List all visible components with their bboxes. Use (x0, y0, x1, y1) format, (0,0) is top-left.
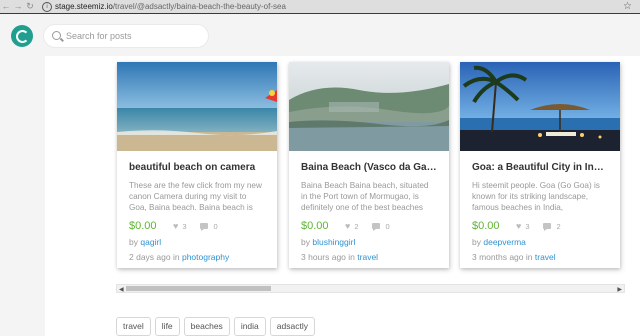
scroll-left-arrow-icon[interactable]: ◀ (119, 286, 124, 293)
post-excerpt[interactable]: Baina Beach Baina beach, situated in the… (301, 180, 437, 213)
vote-count: 2 (354, 221, 359, 231)
post-stats: $0.00 ♥ 2 0 (301, 219, 437, 233)
post-thumbnail[interactable] (289, 62, 449, 151)
comment-count: 0 (385, 221, 390, 231)
back-icon[interactable]: ← (0, 0, 12, 13)
by-label: by (472, 237, 481, 247)
bookmark-star-icon[interactable]: ☆ (623, 0, 632, 13)
time-line: 2 days ago in photography (129, 252, 265, 263)
heart-icon[interactable]: ♥ (516, 221, 521, 231)
post-stats: $0.00 ♥ 3 2 (472, 219, 608, 233)
vote-count: 3 (525, 221, 530, 231)
search-input[interactable] (66, 29, 206, 43)
app-header (0, 14, 640, 56)
forward-icon[interactable]: → (12, 0, 24, 13)
search-box[interactable] (43, 24, 209, 48)
comment-icon[interactable] (542, 223, 551, 231)
post-time: 3 hours ago (301, 252, 346, 262)
time-line: 3 months ago in travel (472, 252, 608, 263)
tag-travel[interactable]: travel (116, 317, 151, 336)
url-path: /travel/@adsactly/baina-beach-the-beauty… (112, 2, 286, 11)
by-label: by (129, 237, 138, 247)
post-title[interactable]: beautiful beach on camera (129, 162, 265, 173)
address-bar[interactable]: stage.steemiz.io/travel/@adsactly/baina-… (55, 2, 286, 11)
in-label: in (525, 252, 533, 262)
payout-value: $0.00 (301, 220, 329, 232)
logo-icon[interactable] (11, 25, 33, 47)
payout-value: $0.00 (129, 220, 157, 232)
comment-icon[interactable] (199, 223, 208, 231)
author-link[interactable]: qagirl (140, 237, 161, 247)
post-time: 3 months ago (472, 252, 524, 262)
author-link[interactable]: deepverma (483, 237, 526, 247)
by-label: by (301, 237, 310, 247)
post-card[interactable]: Baina Beach (Vasco da Gama) Baina Beach … (289, 62, 449, 268)
browser-toolbar: ← → ↻ i stage.steemiz.io/travel/@adsactl… (0, 0, 640, 14)
post-thumbnail[interactable] (460, 62, 620, 151)
tag-life[interactable]: life (154, 317, 180, 336)
author-line: by qagirl (129, 237, 265, 248)
post-card[interactable]: Goa: a Beautiful City in India. Hi steem… (460, 62, 620, 268)
scrollbar-thumb[interactable] (126, 286, 271, 291)
comment-count: 2 (556, 221, 561, 231)
tag-india[interactable]: india (233, 317, 266, 336)
author-link[interactable]: blushinggirl (312, 237, 355, 247)
comment-count: 0 (213, 221, 218, 231)
tag-list: travel life beaches india adsactly (116, 317, 319, 336)
author-line: by deepverma (472, 237, 608, 248)
heart-icon[interactable]: ♥ (173, 221, 178, 231)
post-stats: $0.00 ♥ 3 0 (129, 219, 265, 233)
post-title[interactable]: Goa: a Beautiful City in India. (472, 162, 608, 173)
reload-icon[interactable]: ↻ (24, 0, 36, 13)
horizontal-scrollbar[interactable]: ◀ ▶ (116, 284, 625, 293)
url-host: stage.steemiz.io (55, 2, 113, 11)
info-icon[interactable]: i (42, 1, 52, 12)
payout-value: $0.00 (472, 220, 500, 232)
post-excerpt[interactable]: Hi steemit people. Goa (Go Goa) is known… (472, 180, 608, 213)
tag-adsactly[interactable]: adsactly (269, 317, 315, 336)
tag-beaches[interactable]: beaches (183, 317, 230, 336)
scroll-right-arrow-icon[interactable]: ▶ (617, 286, 622, 293)
left-gutter (0, 56, 45, 336)
post-thumbnail[interactable] (117, 62, 277, 151)
post-excerpt[interactable]: These are the few click from my new cano… (129, 180, 265, 213)
in-label: in (348, 252, 355, 262)
search-icon (52, 31, 61, 40)
author-line: by blushinggirl (301, 237, 437, 248)
comment-icon[interactable] (371, 223, 380, 231)
heart-icon[interactable]: ♥ (345, 221, 350, 231)
category-link[interactable]: travel (357, 252, 378, 262)
time-line: 3 hours ago in travel (301, 252, 437, 263)
category-link[interactable]: travel (535, 252, 556, 262)
in-label: in (172, 252, 180, 262)
post-title[interactable]: Baina Beach (Vasco da Gama) (301, 162, 437, 173)
post-time: 2 days ago (129, 252, 171, 262)
vote-count: 3 (182, 221, 187, 231)
category-link[interactable]: photography (182, 252, 229, 262)
post-card[interactable]: beautiful beach on camera These are the … (117, 62, 277, 268)
